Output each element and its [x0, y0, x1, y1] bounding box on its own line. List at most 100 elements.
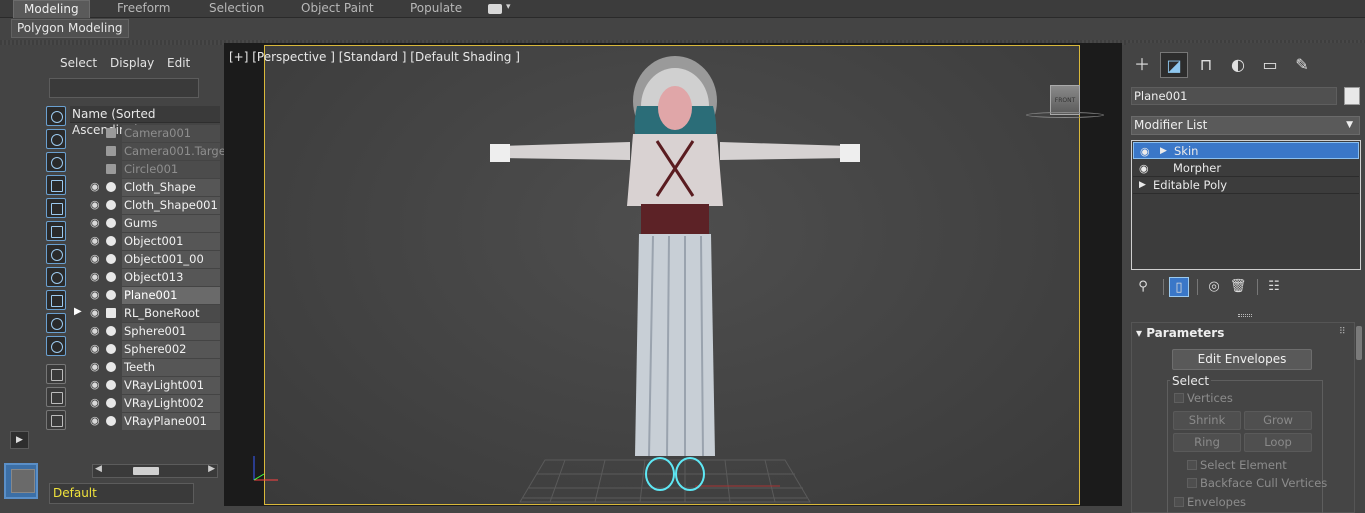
explorer-menu-display[interactable]: Display [110, 56, 154, 70]
tab-object-paint[interactable]: Object Paint [301, 0, 374, 18]
modify-tab-icon[interactable]: ◪ [1160, 52, 1188, 78]
shrink-button[interactable]: Shrink [1173, 411, 1241, 430]
list-item[interactable]: ◉ Sphere001 [70, 323, 220, 340]
eye-icon[interactable]: ◉ [90, 181, 102, 193]
motion-tab-icon[interactable]: ◐ [1224, 52, 1252, 78]
list-item[interactable]: ◉ Plane001 [70, 287, 220, 304]
command-panel-scrollbar[interactable] [1356, 326, 1362, 360]
list-item[interactable]: ◉ Teeth [70, 359, 220, 376]
eye-icon[interactable]: ◉ [90, 253, 102, 265]
list-item[interactable]: ◉ VRayPlane001 [70, 413, 220, 430]
light-filter-icon[interactable] [46, 152, 66, 172]
scroll-right-icon[interactable]: ▶ [208, 464, 215, 474]
eye-icon[interactable]: ◉ [90, 271, 102, 283]
shape-filter-icon[interactable] [46, 198, 66, 218]
expand-panel-button[interactable]: ▶ [10, 431, 29, 449]
panel-resize-grip[interactable] [1238, 314, 1252, 317]
list-item[interactable]: ▶ ◉ RL_BoneRoot [70, 305, 220, 322]
eye-icon[interactable]: ◉ [90, 361, 102, 373]
scroll-left-icon[interactable]: ◀ [95, 464, 102, 474]
eye-icon[interactable]: ◉ [90, 307, 102, 319]
bone-filter-icon[interactable] [46, 267, 66, 287]
explorer-column-header[interactable]: Name (Sorted Ascending) [70, 106, 220, 137]
eye-icon[interactable]: ◉ [90, 379, 102, 391]
eye-icon[interactable]: ◉ [90, 289, 102, 301]
eye-icon[interactable]: ◉ [1139, 160, 1149, 177]
list-item[interactable]: ◉ Cloth_Shape001 [70, 197, 220, 214]
eye-icon[interactable]: ◉ [90, 325, 102, 337]
hidden-eye-icon[interactable] [90, 163, 102, 175]
eye-icon[interactable]: ◉ [90, 343, 102, 355]
modifier-list-dropdown[interactable]: Modifier List ▼ [1131, 116, 1360, 135]
pin-stack-icon[interactable]: ⚲ [1133, 277, 1153, 297]
character-model[interactable] [265, 46, 1081, 506]
layer-dropdown[interactable]: Default [49, 483, 194, 504]
viewport-label-menu[interactable]: [+] [Perspective ] [Standard ] [Default … [229, 50, 520, 64]
hidden-filter-icon[interactable] [46, 336, 66, 356]
grow-button[interactable]: Grow [1244, 411, 1312, 430]
vertices-checkbox[interactable] [1174, 393, 1184, 403]
container-filter-icon[interactable] [46, 290, 66, 310]
ribbon-options-icon[interactable] [488, 4, 502, 14]
list-item[interactable]: ◉ Gums [70, 215, 220, 232]
hidden-eye-icon[interactable] [90, 127, 102, 139]
eye-icon[interactable]: ◉ [90, 415, 102, 427]
list-item[interactable]: ◉ VRayLight001 [70, 377, 220, 394]
viewcube-ring[interactable] [1026, 112, 1104, 118]
stack-item-skin[interactable]: ◉ ▶ Skin [1133, 142, 1359, 159]
explorer-horizontal-scrollbar[interactable]: ◀ ▶ [92, 464, 218, 478]
explorer-search-input[interactable] [49, 78, 199, 98]
viewcube-front[interactable]: FRONT [1050, 85, 1080, 115]
hidden-eye-icon[interactable] [90, 145, 102, 157]
expand-arrow-icon[interactable]: ▶ [1139, 177, 1146, 194]
eye-icon[interactable]: ◉ [90, 235, 102, 247]
properties-icon[interactable] [46, 410, 66, 430]
layer-explorer-icon[interactable] [46, 387, 66, 407]
list-item[interactable]: Camera001 [70, 125, 220, 142]
tab-modeling[interactable]: Modeling [13, 0, 90, 18]
remove-modifier-icon[interactable]: 🗑 [1228, 277, 1248, 297]
make-unique-icon[interactable]: ◎ [1204, 277, 1224, 297]
tab-populate[interactable]: Populate [410, 0, 462, 18]
particle-filter-icon[interactable] [46, 313, 66, 333]
list-icon[interactable] [46, 364, 66, 384]
chevron-down-icon[interactable]: ▾ [506, 2, 511, 12]
expand-arrow-icon[interactable]: ▶ [1160, 143, 1167, 160]
layer-swatch-button[interactable] [4, 463, 38, 499]
select-element-checkbox[interactable] [1187, 460, 1197, 470]
rollout-header[interactable]: ▾ Parameters [1136, 326, 1224, 340]
rollout-grip-icon[interactable]: ⠿ [1339, 327, 1346, 337]
configure-sets-icon[interactable]: ☷ [1264, 277, 1284, 297]
object-name-field[interactable]: Plane001 [1131, 87, 1337, 105]
loop-button[interactable]: Loop [1244, 433, 1312, 452]
tab-selection[interactable]: Selection [209, 0, 264, 18]
display-tab-icon[interactable]: ▭ [1256, 52, 1284, 78]
utilities-tab-icon[interactable]: ✎ [1288, 52, 1316, 78]
show-end-result-icon[interactable]: ▯ [1169, 277, 1189, 297]
list-item[interactable]: ◉ Cloth_Shape [70, 179, 220, 196]
ring-button[interactable]: Ring [1173, 433, 1241, 452]
stack-item-morpher[interactable]: ◉ Morpher [1133, 160, 1359, 177]
eye-icon[interactable]: ◉ [1140, 143, 1150, 160]
scrollbar-thumb[interactable] [133, 467, 159, 475]
tab-polygon-modeling[interactable]: Polygon Modeling [11, 19, 129, 38]
list-item[interactable]: Circle001 [70, 161, 220, 178]
explorer-menu-edit[interactable]: Edit [167, 56, 190, 70]
list-item[interactable]: Camera001.Target [70, 143, 230, 160]
list-item[interactable]: ◉ Object001_00 [70, 251, 220, 268]
eye-icon[interactable]: ◉ [90, 217, 102, 229]
camera-filter-icon[interactable] [46, 175, 66, 195]
list-item[interactable]: ◉ VRayLight002 [70, 395, 220, 412]
list-item[interactable]: ◉ Sphere002 [70, 341, 220, 358]
backface-cull-checkbox[interactable] [1187, 478, 1197, 488]
list-item[interactable]: ◉ Object013 [70, 269, 220, 286]
helper-filter-icon[interactable] [46, 244, 66, 264]
envelopes-checkbox[interactable] [1174, 497, 1184, 507]
list-item[interactable]: ◉ Object001 [70, 233, 220, 250]
stack-item-editable-poly[interactable]: ▶ Editable Poly [1133, 177, 1359, 194]
hierarchy-tab-icon[interactable]: ⊓ [1192, 52, 1220, 78]
object-color-swatch[interactable] [1344, 87, 1360, 105]
create-tab-icon[interactable]: ＋ [1128, 52, 1156, 78]
geometry-filter-icon[interactable] [46, 129, 66, 149]
expand-arrow-icon[interactable]: ▶ [74, 306, 82, 317]
